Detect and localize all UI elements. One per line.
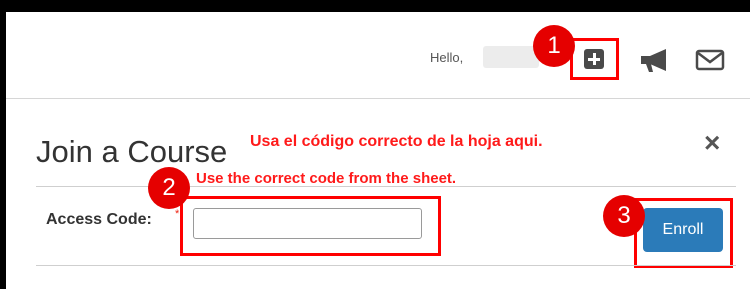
modal-title: Join a Course <box>36 134 228 169</box>
access-code-label: Access Code: <box>46 211 152 228</box>
annotation-spanish: Usa el código correcto de la hoja aqui. <box>250 133 543 150</box>
app-frame: Hello, Join a Course × Usa el código cor… <box>6 12 750 289</box>
enroll-button[interactable]: Enroll <box>643 208 723 252</box>
top-header: Hello, <box>6 12 750 99</box>
access-code-input[interactable] <box>193 208 422 239</box>
required-marker: * <box>175 208 180 220</box>
greeting-text: Hello, <box>430 50 464 65</box>
megaphone-icon[interactable] <box>638 46 672 74</box>
username-redacted <box>483 46 539 68</box>
callout-badge-2: 2 <box>148 167 190 209</box>
close-icon[interactable]: × <box>704 129 720 157</box>
footer-divider <box>36 265 736 266</box>
callout-badge-3: 3 <box>603 195 645 237</box>
callout-badge-1: 1 <box>533 25 575 67</box>
plus-square-icon[interactable] <box>584 49 604 69</box>
annotation-english: Use the correct code from the sheet. <box>196 170 457 187</box>
envelope-icon[interactable] <box>695 49 725 71</box>
